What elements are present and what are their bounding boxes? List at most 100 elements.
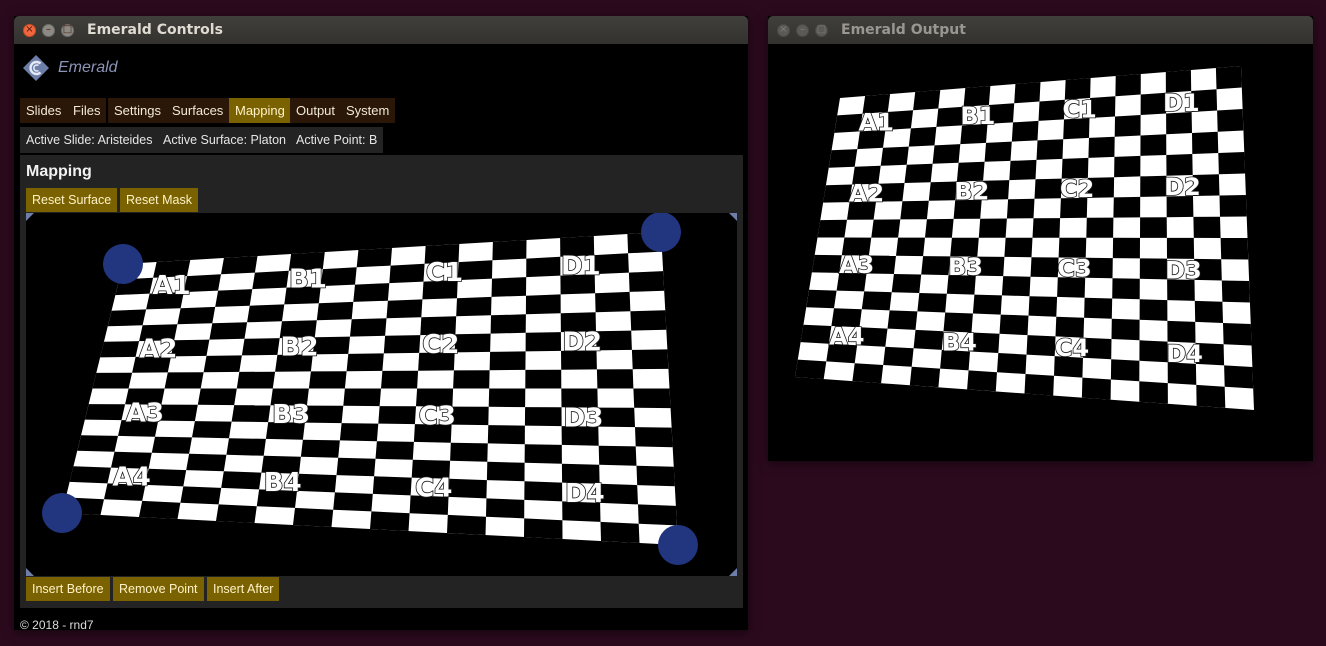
handle-bottom-left[interactable] (42, 493, 82, 533)
minimize-window-button[interactable]: – (42, 24, 55, 37)
window-title: Emerald Output (841, 22, 966, 38)
mapping-checker-cell (450, 442, 488, 462)
output-checker-cell (921, 256, 951, 276)
mapping-checker-cell (353, 283, 390, 302)
output-checker-cell (1036, 139, 1064, 160)
mapping-checker-cell (630, 310, 667, 331)
mapping-canvas[interactable]: A1 B1 C1 D1 A2 B2 C2 D2 A3 B3 C3 D3 A4 B4 C4 D4 (26, 213, 737, 576)
mapping-surface[interactable]: A1 B1 C1 D1 A2 B2 C2 D2 A3 B3 C3 D3 A4 B4 C4 D4 (26, 213, 737, 576)
output-checker-cell (1038, 99, 1065, 121)
output-checker-cell (1112, 237, 1140, 259)
mapping-checker-cell (297, 473, 337, 493)
mapping-checker-cell (77, 435, 118, 452)
output-checker-cell (1139, 340, 1168, 363)
mapping-checker-cell (491, 277, 527, 297)
minimize-window-button[interactable]: – (796, 24, 809, 37)
output-checker-cell (1084, 297, 1113, 319)
output-checker-cell (795, 359, 827, 380)
output-checker-cell (896, 237, 925, 257)
tab-surfaces[interactable]: Surfaces (166, 98, 230, 123)
mapping-checker-cell (631, 349, 669, 370)
output-checker-cell (823, 184, 853, 203)
output-checker-cell (1139, 258, 1168, 280)
output-grid-label: D1 (1163, 89, 1200, 117)
mapping-checker-cell (635, 427, 673, 448)
corner-marker-bottom-left (26, 568, 34, 576)
mapping-checker-cell (628, 271, 665, 292)
output-titlebar[interactable]: × – □ Emerald Output (768, 16, 1313, 44)
corner-marker-top-left (26, 213, 34, 221)
mapping-checker-cell (600, 521, 640, 543)
mapping-checker-cell (524, 481, 563, 502)
reset-mask-button[interactable]: Reset Mask (120, 188, 198, 212)
output-checker-cell (887, 310, 918, 330)
mapping-checker-cell (372, 476, 412, 496)
output-checker-cell (1221, 280, 1250, 303)
active-point-label: Active Point: B (290, 127, 384, 153)
handle-top-right[interactable] (641, 213, 681, 252)
mapping-checker-cell (370, 511, 410, 531)
output-client: A1 B1 C1 D1 A2 B2 C2 D2 A3 B3 C3 D3 A4 B4 C4 D4 (768, 44, 1313, 461)
output-canvas: A1 B1 C1 D1 A2 B2 C2 D2 A3 B3 C3 D3 A4 B4 C4 D4 (768, 44, 1313, 461)
mapping-checker-cell (107, 309, 147, 327)
output-checker-cell (1223, 323, 1252, 346)
mapping-checker-cell (356, 248, 392, 268)
tab-output[interactable]: Output (290, 98, 342, 123)
mapping-grid-label: A4 (112, 462, 150, 492)
reset-surface-button[interactable]: Reset Surface (26, 188, 118, 212)
output-checker-cell (1004, 237, 1033, 258)
mapping-checker-cell (339, 423, 379, 442)
mapping-checker-cell (231, 405, 271, 423)
mapping-checker-cell (524, 444, 562, 464)
mapping-grid-label: A3 (126, 399, 164, 429)
controls-titlebar[interactable]: × – □ Emerald Controls (14, 16, 748, 44)
output-checker-cell (1110, 359, 1140, 382)
remove-point-button[interactable]: Remove Point (113, 577, 204, 601)
mapping-grid-label: C2 (422, 330, 459, 360)
mapping-checker-cell (526, 256, 561, 278)
tab-slides[interactable]: Slides (20, 98, 68, 123)
mapping-grid-label: C4 (415, 474, 452, 504)
output-grid-label: C2 (1060, 175, 1094, 203)
tab-settings[interactable]: Settings (108, 98, 167, 123)
mapping-checker-cell (595, 291, 631, 313)
close-icon: × (779, 24, 788, 35)
handle-bottom-right[interactable] (658, 525, 698, 565)
mapping-grid-label: D4 (565, 479, 605, 509)
output-checker-cell (1193, 216, 1221, 238)
close-window-button[interactable]: × (777, 24, 790, 37)
insert-after-button[interactable]: Insert After (207, 577, 280, 601)
output-checker-cell (800, 324, 832, 344)
mapping-checker-cell (524, 518, 563, 539)
output-checker-cell (1217, 109, 1244, 132)
maximize-icon: □ (816, 24, 827, 35)
insert-before-button[interactable]: Insert Before (26, 577, 110, 601)
output-checker-cell (1224, 365, 1254, 389)
maximize-icon: □ (62, 24, 73, 35)
output-checker-cell (1219, 195, 1247, 217)
tab-mapping[interactable]: Mapping (229, 98, 291, 123)
mapping-checker-cell (633, 388, 671, 409)
corner-marker-top-right (729, 213, 737, 221)
output-checker-cell (852, 363, 884, 384)
mapping-checker-cell (84, 404, 126, 421)
tab-system[interactable]: System (340, 98, 396, 123)
mapping-checker-cell (486, 461, 525, 482)
maximize-window-button[interactable]: □ (61, 24, 74, 37)
output-checker-cell (1111, 318, 1140, 341)
maximize-window-button[interactable]: □ (815, 24, 828, 37)
output-checker-cell (1086, 217, 1114, 238)
mapping-checker-cell (525, 294, 561, 315)
close-window-button[interactable]: × (23, 24, 36, 37)
output-checker-cell (806, 289, 837, 309)
mapping-checker-cell (197, 388, 237, 406)
mapping-grid-label: B2 (281, 332, 319, 362)
mapping-checker-cell (489, 351, 526, 371)
output-checker-cell (828, 149, 858, 168)
output-checker-cell (1114, 155, 1141, 178)
tab-files[interactable]: Files (67, 98, 107, 123)
handle-top-left[interactable] (103, 244, 143, 284)
mapping-grid-label: B4 (264, 468, 302, 498)
mapping-checker-cell (316, 301, 354, 321)
mapping-checker-cell (375, 441, 414, 460)
